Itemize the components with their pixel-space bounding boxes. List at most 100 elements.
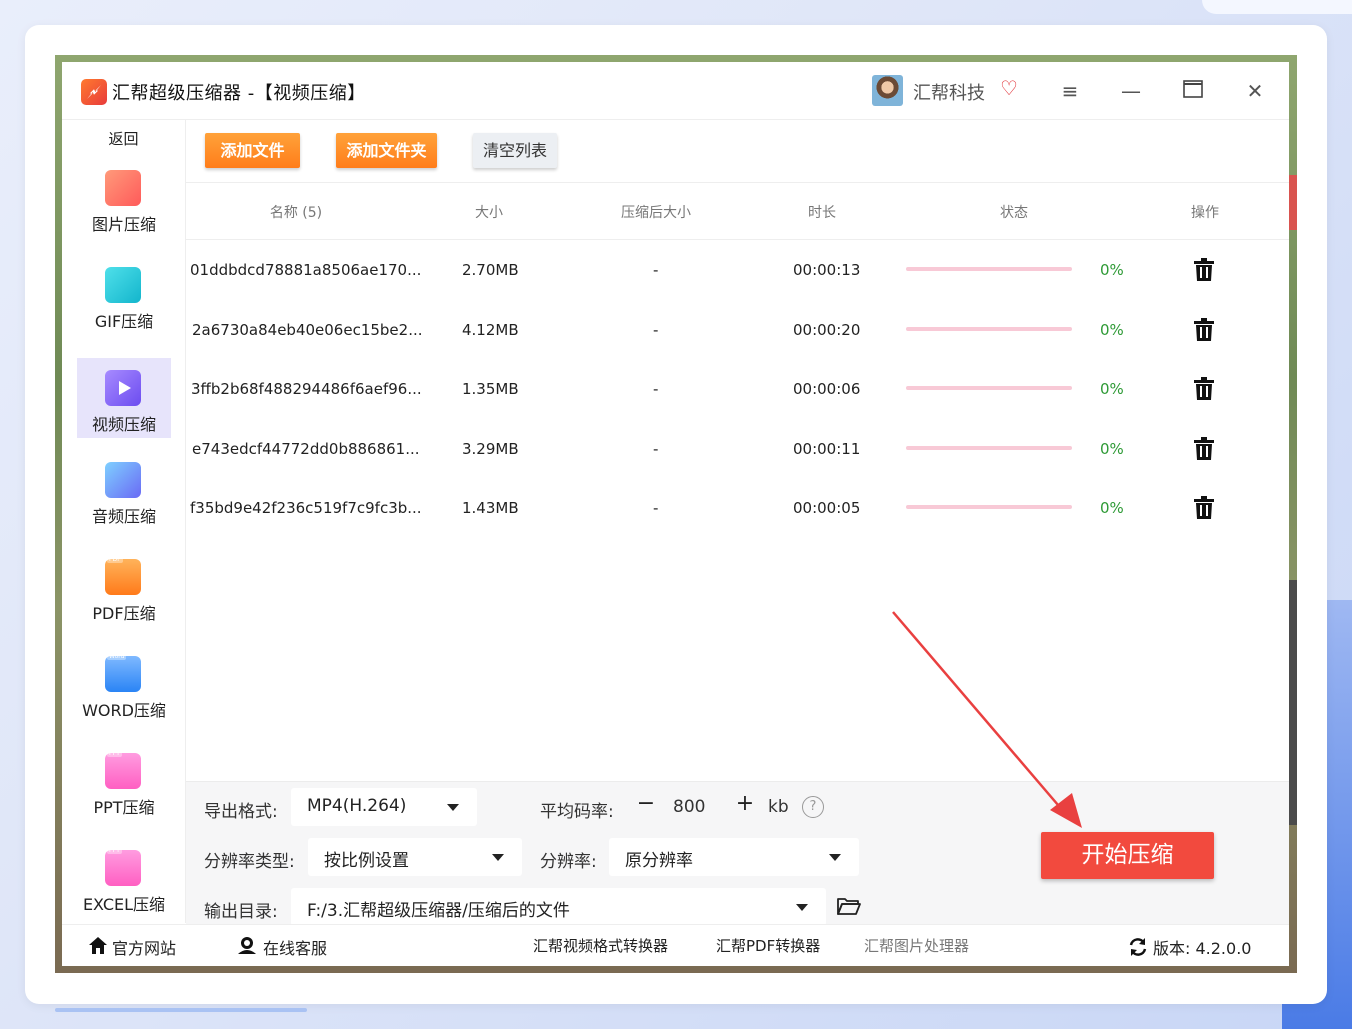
sidebar-item-image[interactable]: 图片压缩 [77, 158, 171, 238]
progress-percent: 0% [1100, 261, 1124, 279]
excel-compress-icon: PPT [105, 847, 141, 886]
table-row[interactable]: e743edcf44772dd0b886861... 3.29MB - 00:0… [186, 421, 1289, 480]
delete-icon[interactable] [1193, 318, 1215, 342]
video-converter-link[interactable]: 汇帮视频格式转换器 [533, 935, 668, 956]
user-avatar[interactable] [872, 75, 903, 106]
file-table-header: 名称 (5) 大小 压缩后大小 时长 状态 操作 [186, 183, 1289, 240]
sidebar-item-pdf[interactable]: PDF PDF压缩 [77, 547, 171, 627]
version-text: 版本: 4.2.0.0 [1153, 939, 1252, 958]
file-size: 2.70MB [462, 261, 519, 279]
minimize-button[interactable]: — [1118, 78, 1144, 104]
audio-compress-icon [105, 462, 141, 498]
export-format-select[interactable]: MP4(H.264) [291, 788, 477, 826]
delete-icon[interactable] [1193, 437, 1215, 461]
maximize-button[interactable] [1180, 78, 1206, 104]
online-service-link[interactable]: 在线客服 [263, 935, 327, 959]
back-link[interactable]: 返回 [62, 128, 185, 149]
maximize-icon [1183, 80, 1203, 98]
progress-bar [906, 505, 1072, 509]
column-header-compressed-size: 压缩后大小 [621, 205, 691, 221]
official-site-link[interactable]: 官方网站 [112, 935, 176, 959]
progress-bar [906, 446, 1072, 450]
resolution-type-value: 按比例设置 [324, 851, 409, 871]
bitrate-decrease-button[interactable]: − [635, 791, 657, 816]
window-title: 汇帮超级压缩器 -【视频压缩】 [112, 83, 366, 104]
app-logo-icon [81, 79, 107, 105]
clear-list-button[interactable]: 清空列表 [473, 133, 557, 168]
resolution-type-label: 分辨率类型: [204, 852, 295, 872]
image-processor-link[interactable]: 汇帮图片处理器 [864, 935, 969, 956]
sidebar: 返回 图片压缩 GIF压缩 视频压缩 音频压缩 PDF PDF压缩 Word W… [62, 120, 186, 923]
resolution-value: 原分辨率 [625, 851, 693, 871]
add-folder-button[interactable]: 添加文件夹 [336, 133, 437, 168]
resolution-select[interactable]: 原分辨率 [609, 838, 859, 876]
file-size: 1.35MB [462, 380, 519, 398]
folder-open-icon[interactable] [837, 896, 861, 916]
close-button[interactable]: ✕ [1242, 78, 1268, 104]
table-row[interactable]: f35bd9e42f236c519f7c9fc3b... 1.43MB - 00… [186, 480, 1289, 539]
file-duration: 00:00:11 [793, 440, 861, 458]
sidebar-item-ppt[interactable]: PPT PPT压缩 [77, 741, 171, 821]
add-file-button[interactable]: 添加文件 [205, 133, 300, 168]
bitrate-label: 平均码率: [540, 802, 614, 822]
sidebar-item-label: 视频压缩 [91, 415, 156, 434]
title-bar: 汇帮超级压缩器 -【视频压缩】 汇帮科技 ♡ ≡ — ✕ [62, 62, 1289, 120]
output-dir-select[interactable]: F:/3.汇帮超级压缩器/压缩后的文件 [291, 888, 826, 926]
start-compress-button[interactable]: 开始压缩 [1041, 832, 1214, 879]
export-format-value: MP4(H.264) [307, 796, 407, 816]
sidebar-item-gif[interactable]: GIF压缩 [77, 255, 171, 335]
file-name: 01ddbdcd78881a8506ae170... [190, 261, 422, 279]
chevron-down-icon [829, 854, 841, 861]
delete-icon[interactable] [1193, 258, 1215, 282]
sidebar-item-label: PDF压缩 [92, 604, 156, 623]
help-icon[interactable]: ? [802, 796, 824, 818]
output-dir-value: F:/3.汇帮超级压缩器/压缩后的文件 [307, 901, 570, 921]
sidebar-item-video[interactable]: 视频压缩 [77, 358, 171, 438]
app-window: 汇帮超级压缩器 -【视频压缩】 汇帮科技 ♡ ≡ — ✕ 返回 图片压缩 GIF… [62, 62, 1289, 966]
file-duration: 00:00:13 [793, 261, 861, 279]
export-format-label: 导出格式: [204, 802, 278, 822]
company-name[interactable]: 汇帮科技 [913, 79, 985, 105]
resolution-label: 分辨率: [540, 852, 597, 872]
bitrate-input[interactable]: 800 [673, 797, 705, 817]
table-row[interactable]: 2a6730a84eb40e06ec15be2... 4.12MB - 00:0… [186, 302, 1289, 361]
page-corner-decoration [1202, 0, 1352, 14]
resolution-type-select[interactable]: 按比例设置 [308, 838, 522, 876]
progress-percent: 0% [1100, 380, 1124, 398]
column-header-actions: 操作 [1191, 205, 1219, 221]
table-row[interactable]: 3ffb2b68f488294486f6aef96... 1.35MB - 00… [186, 361, 1289, 420]
pdf-converter-link[interactable]: 汇帮PDF转换器 [716, 935, 820, 956]
sidebar-item-word[interactable]: Word WORD压缩 [77, 644, 171, 724]
sidebar-item-excel[interactable]: PPT EXCEL压缩 [77, 838, 171, 918]
progress-percent: 0% [1100, 440, 1124, 458]
output-dir-label: 输出目录: [204, 902, 278, 922]
vip-diamond-icon[interactable]: ♡ [998, 77, 1020, 99]
bitrate-increase-button[interactable]: + [734, 791, 756, 816]
file-name: 2a6730a84eb40e06ec15be2... [192, 321, 423, 339]
bitrate-unit: kb [768, 797, 789, 817]
sidebar-item-label: 图片压缩 [91, 215, 156, 234]
compressed-size: - [653, 499, 659, 517]
ppt-compress-icon: PPT [105, 750, 141, 789]
table-row[interactable]: 01ddbdcd78881a8506ae170... 2.70MB - 00:0… [186, 242, 1289, 301]
column-header-name[interactable]: 名称 (5) [246, 202, 346, 222]
column-header-size[interactable]: 大小 [449, 202, 529, 222]
home-icon [89, 937, 107, 954]
file-size: 3.29MB [462, 440, 519, 458]
card-scroll-indicator [55, 1008, 307, 1012]
delete-icon[interactable] [1193, 496, 1215, 520]
sidebar-item-label: WORD压缩 [82, 701, 166, 720]
file-duration: 00:00:06 [793, 380, 861, 398]
compressed-size: - [653, 440, 659, 458]
compressed-size: - [653, 380, 659, 398]
pdf-compress-icon: PDF [105, 556, 141, 595]
file-toolbar: 添加文件 添加文件夹 清空列表 [186, 120, 1289, 183]
file-size: 4.12MB [462, 321, 519, 339]
sidebar-item-audio[interactable]: 音频压缩 [77, 450, 171, 530]
refresh-icon[interactable] [1128, 937, 1148, 957]
chevron-down-icon [796, 904, 808, 911]
sidebar-item-label: EXCEL压缩 [82, 895, 166, 914]
menu-icon[interactable]: ≡ [1057, 78, 1083, 104]
delete-icon[interactable] [1193, 377, 1215, 401]
compressed-size: - [653, 261, 659, 279]
